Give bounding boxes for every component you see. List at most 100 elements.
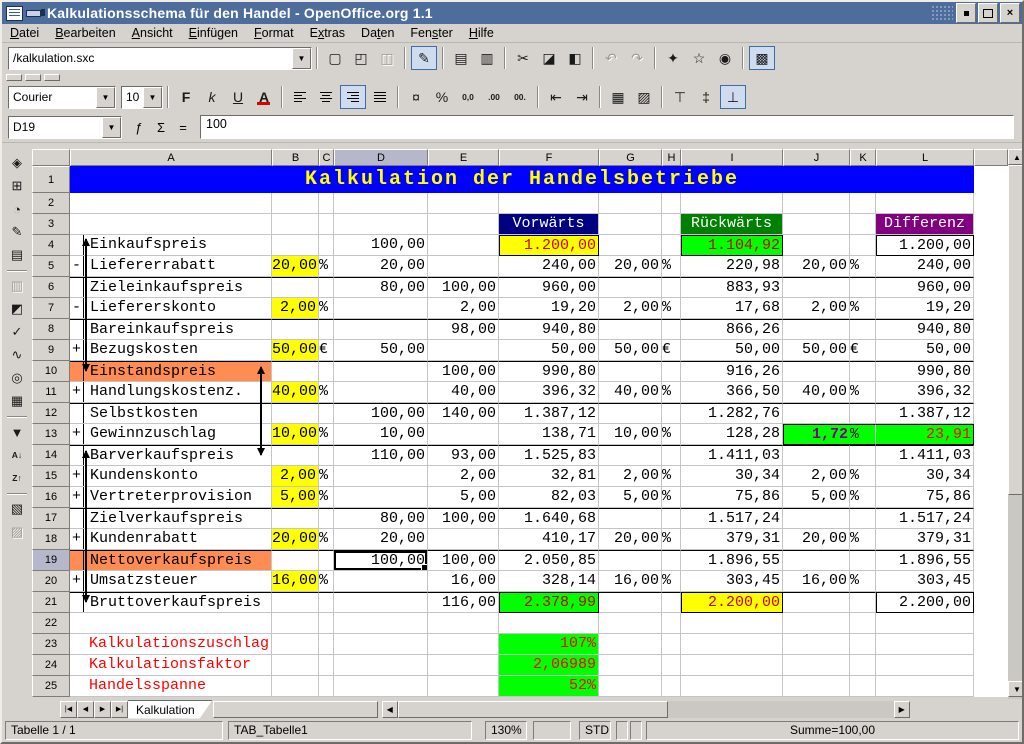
align-justify-button[interactable]: [368, 86, 392, 108]
row-header-16[interactable]: 16: [32, 487, 70, 508]
cell-B5[interactable]: 20,00: [272, 256, 319, 277]
draw-functions-button[interactable]: ✎: [5, 221, 29, 243]
cell-J18[interactable]: 20,00: [783, 529, 850, 550]
cell-H2[interactable]: [662, 193, 681, 214]
edit-file-button[interactable]: ✎: [411, 46, 437, 70]
cell-B12[interactable]: [272, 403, 319, 424]
cell-H5[interactable]: %: [662, 256, 681, 277]
cell-F16[interactable]: 82,03: [499, 487, 599, 508]
data-sources-button[interactable]: ▦: [5, 390, 29, 412]
cell-C23[interactable]: [319, 634, 334, 655]
cell-L14[interactable]: 1.411,03: [876, 445, 974, 466]
col-header-H[interactable]: H: [662, 149, 681, 166]
cell-J2[interactable]: [783, 193, 850, 214]
select-all-corner[interactable]: [32, 149, 70, 166]
cell-A16[interactable]: +Vertreterprovision: [70, 487, 272, 508]
cell-L13[interactable]: 23,91: [876, 424, 974, 445]
cell-H22[interactable]: [662, 613, 681, 634]
row-header-17[interactable]: 17: [32, 508, 70, 529]
cell-D22[interactable]: [334, 613, 428, 634]
cell-B19[interactable]: [272, 550, 319, 571]
cell-K4[interactable]: [850, 235, 876, 256]
cell-I19[interactable]: 1.896,55: [681, 550, 783, 571]
cell-C2[interactable]: [319, 193, 334, 214]
cell-E13[interactable]: [428, 424, 499, 445]
cell-F9[interactable]: 50,00: [499, 340, 599, 361]
col-header-D[interactable]: D: [334, 149, 428, 166]
menu-fenster[interactable]: Fenster: [402, 25, 460, 41]
cell-D18[interactable]: 20,00: [334, 529, 428, 550]
file-url-combo[interactable]: /kalkulation.sxc ▼: [8, 47, 312, 70]
cell-D3[interactable]: [334, 214, 428, 235]
scroll-right-icon[interactable]: ▶: [894, 701, 910, 718]
cell-L3[interactable]: Differenz: [876, 214, 974, 235]
row-header-22[interactable]: 22: [32, 613, 70, 634]
cell-F5[interactable]: 240,00: [499, 256, 599, 277]
bold-button[interactable]: F: [174, 86, 198, 108]
cell-E4[interactable]: [428, 235, 499, 256]
row-header-8[interactable]: 8: [32, 319, 70, 340]
cell-L6[interactable]: 960,00: [876, 277, 974, 298]
cell-I9[interactable]: 50,00: [681, 340, 783, 361]
cell-L21[interactable]: 2.200,00: [876, 592, 974, 613]
maximize-button[interactable]: [978, 3, 998, 23]
cell-E24[interactable]: [428, 655, 499, 676]
cell-L16[interactable]: 75,86: [876, 487, 974, 508]
sum-button[interactable]: Σ: [150, 117, 172, 137]
cell-L17[interactable]: 1.517,24: [876, 508, 974, 529]
status-insert-mode[interactable]: [533, 721, 571, 740]
align-top-button[interactable]: ⊤: [668, 86, 692, 108]
cell-F19[interactable]: 2.050,85: [499, 550, 599, 571]
menu-extras[interactable]: Extras: [302, 25, 353, 41]
cell-F7[interactable]: 19,20: [499, 298, 599, 319]
sort-ascending-button[interactable]: A↓: [5, 444, 29, 466]
row-header-3[interactable]: 3: [32, 214, 70, 235]
cell-A10[interactable]: Einstandspreis: [70, 361, 272, 382]
cell-B3[interactable]: [272, 214, 319, 235]
cell-J25[interactable]: [783, 676, 850, 697]
cell-H23[interactable]: [662, 634, 681, 655]
cell-L2[interactable]: [876, 193, 974, 214]
cell-C11[interactable]: %: [319, 382, 334, 403]
cell-A14[interactable]: Barverkaufspreis: [70, 445, 272, 466]
first-sheet-button[interactable]: |◀: [60, 701, 77, 718]
cell-F20[interactable]: 328,14: [499, 571, 599, 592]
cell-A12[interactable]: Selbstkosten: [70, 403, 272, 424]
cell-E19[interactable]: 100,00: [428, 550, 499, 571]
cell-K3[interactable]: [850, 214, 876, 235]
align-bottom-button[interactable]: ⊥: [720, 85, 746, 109]
cell-C18[interactable]: %: [319, 529, 334, 550]
row-header-14[interactable]: 14: [32, 445, 70, 466]
cell-L4[interactable]: 1.200,00: [876, 235, 974, 256]
row-header-19[interactable]: 19: [32, 550, 70, 571]
horizontal-scrollbar-track[interactable]: [668, 701, 894, 718]
cell-B15[interactable]: 2,00: [272, 466, 319, 487]
cell-J7[interactable]: 2,00: [783, 298, 850, 319]
cell-G4[interactable]: [599, 235, 662, 256]
cell-L19[interactable]: 1.896,55: [876, 550, 974, 571]
cell-A4[interactable]: Einkaufspreis: [70, 235, 272, 256]
increase-indent-button[interactable]: ⇥: [570, 86, 594, 108]
row-header-23[interactable]: 23: [32, 634, 70, 655]
cell-B11[interactable]: 40,00: [272, 382, 319, 403]
align-center-vertical-button[interactable]: ‡: [694, 86, 718, 108]
cell-D23[interactable]: [334, 634, 428, 655]
cell-C21[interactable]: [319, 592, 334, 613]
cell-G6[interactable]: [599, 277, 662, 298]
underline-button[interactable]: U: [226, 86, 250, 108]
hyperlink-button[interactable]: ◉: [713, 47, 737, 69]
row-header-25[interactable]: 25: [32, 676, 70, 697]
cell-D2[interactable]: [334, 193, 428, 214]
open-document-button[interactable]: ◰: [349, 47, 373, 69]
cell-F24[interactable]: 2,06989: [499, 655, 599, 676]
form-functions-button[interactable]: ▤: [5, 244, 29, 266]
cell-K17[interactable]: [850, 508, 876, 529]
cell-A13[interactable]: +Gewinnzuschlag: [70, 424, 272, 445]
cell-C13[interactable]: %: [319, 424, 334, 445]
cell-L22[interactable]: [876, 613, 974, 634]
col-header-J[interactable]: J: [783, 149, 850, 166]
cell-A6[interactable]: Zieleinkaufspreis: [70, 277, 272, 298]
cell-A18[interactable]: +Kundenrabatt: [70, 529, 272, 550]
dropdown-arrow-icon[interactable]: ▼: [96, 87, 115, 108]
cell-D4[interactable]: 100,00: [334, 235, 428, 256]
